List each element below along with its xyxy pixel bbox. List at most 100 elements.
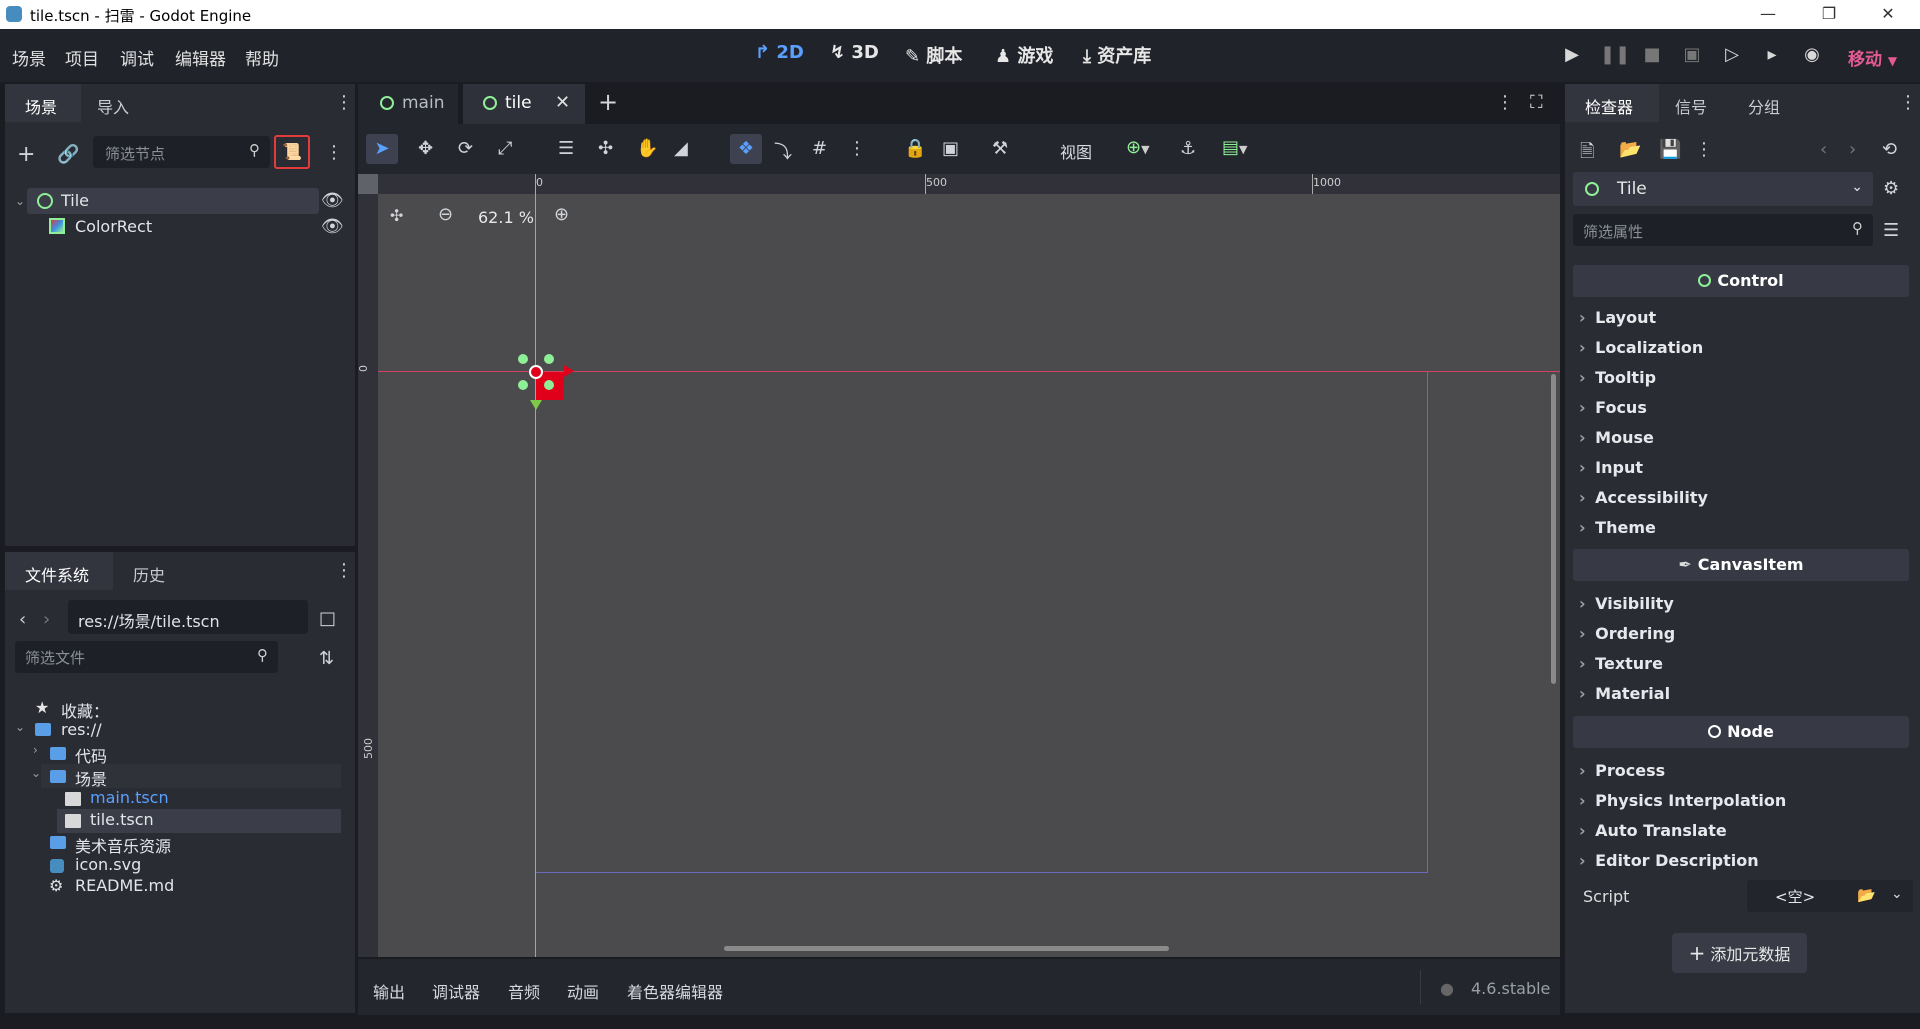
close-window-button[interactable]: ✕ [1865,2,1911,28]
chevron-right-icon[interactable]: › [33,743,38,757]
res-folder[interactable]: res:// [61,720,102,739]
prop-layout[interactable]: › Layout [1579,308,1656,327]
lock-icon[interactable]: 🔒 [904,138,926,159]
play-custom-icon[interactable]: ▸ [1760,44,1784,65]
prop-theme[interactable]: › Theme [1579,518,1656,537]
prop-focus[interactable]: › Focus [1579,398,1647,417]
file-filter-input[interactable]: 筛选文件 ⚲ [15,641,278,673]
tab-shader-editor[interactable]: 着色器编辑器 [627,979,723,1003]
back-icon[interactable]: ‹ [19,609,26,630]
node-tile-label[interactable]: Tile [61,191,89,210]
grid-snap-icon[interactable]: # [812,138,827,159]
prop-tooltip[interactable]: › Tooltip [1579,368,1656,387]
more-options-icon[interactable]: ⋮ [325,142,343,163]
prop-texture[interactable]: › Texture [1579,654,1663,673]
rotate-tool-icon[interactable]: ⟳ [458,138,473,159]
visibility-eye-icon[interactable]: 👁 [321,190,344,211]
history-back-icon[interactable]: ‹ [1820,139,1827,160]
add-node-green-icon[interactable]: ⊕▼ [1126,137,1150,158]
readme-file[interactable]: README.md [75,876,174,895]
tab-signals[interactable]: 信号 [1675,94,1707,118]
prop-mouse[interactable]: › Mouse [1579,428,1654,447]
icon-svg-file[interactable]: icon.svg [75,855,141,874]
skeleton-icon[interactable]: ⚒ [992,138,1008,159]
split-view-icon[interactable]: □ [319,608,336,629]
add-node-icon[interactable]: + [17,142,35,167]
chevron-down-icon[interactable]: ⌄ [31,766,41,780]
move-tool-icon[interactable]: ✥ [418,138,433,159]
open-resource-icon[interactable]: 📂 [1619,139,1641,160]
ruler-horizontal[interactable] [378,174,1560,194]
attach-script-button[interactable]: 📜 [274,135,310,169]
workspace-3d[interactable]: ↯ 3D [830,42,879,63]
canvas-viewport[interactable]: 0 500 1000 0 500 ✣ ⊖ 62.1 % ⊕ [358,174,1560,957]
script-field[interactable]: <空> 📂 ⌄ [1747,880,1913,912]
section-canvasitem[interactable]: ✒ CanvasItem [1573,549,1909,581]
tab-main[interactable]: main [358,84,458,124]
menu-scene[interactable]: 场景 [12,45,46,70]
forward-icon[interactable]: › [43,609,50,630]
renderer-select[interactable]: 移动 ▼ [1848,45,1897,70]
history-icon[interactable]: ⟲ [1882,139,1897,160]
prop-material[interactable]: › Material [1579,684,1670,703]
tab-filesystem[interactable]: 文件系统 [5,552,113,590]
node-colorrect-label[interactable]: ColorRect [75,217,152,236]
prop-localization[interactable]: › Localization [1579,338,1703,357]
tab-history[interactable]: 历史 [133,562,165,586]
workspace-assetlib[interactable]: ⤓ 资产库 [1083,42,1151,68]
property-filter-input[interactable]: 筛选属性 ⚲ [1573,214,1873,246]
stop-icon[interactable]: ■ [1640,44,1664,65]
tab-inspector[interactable]: 检查器 [1565,84,1659,122]
history-forward-icon[interactable]: › [1849,139,1856,160]
chevron-down-icon[interactable]: ⌄ [15,720,25,734]
workspace-game[interactable]: ♟ 游戏 [995,42,1053,68]
menu-help[interactable]: 帮助 [245,45,279,70]
snap-icon[interactable]: ⤵ [774,138,792,164]
filter-options-icon[interactable]: ☰ [1883,220,1899,241]
scale-tool-icon[interactable]: ⤢ [498,138,512,159]
prop-accessibility[interactable]: › Accessibility [1579,488,1708,507]
center-view-icon[interactable]: ✣ [390,206,403,225]
tab-scene[interactable]: 场景 [5,84,81,122]
anchor-preset-icon[interactable]: ▤▼ [1222,137,1247,158]
workspace-2d[interactable]: ↱ 2D [755,42,804,63]
sort-icon[interactable]: ⇅ [319,648,334,669]
play-current-icon[interactable]: ▷ [1720,44,1744,65]
resource-menu-icon[interactable]: ⋮ [1695,139,1713,160]
view-menu[interactable]: 视图 [1060,139,1092,163]
add-metadata-button[interactable]: + 添加元数据 [1672,933,1807,973]
tab-audio[interactable]: 音频 [508,979,540,1003]
menu-debug[interactable]: 调试 [120,45,154,70]
node-filter-input[interactable]: 筛选节点 ⚲ [93,136,270,168]
list-select-icon[interactable]: ☰ [558,138,574,159]
add-tab-icon[interactable]: + [598,88,618,116]
link-icon[interactable]: 🔗 [57,144,79,165]
chevron-down-icon[interactable]: ⌄ [15,194,25,208]
tile-tscn-file[interactable]: tile.tscn [90,810,154,829]
movie-maker-icon[interactable]: ◉ [1800,44,1824,65]
anchor-icon[interactable]: ⚓ [1180,138,1196,159]
zoom-in-icon[interactable]: ⊕ [554,204,569,225]
prop-auto-translate[interactable]: › Auto Translate [1579,821,1727,840]
zoom-out-icon[interactable]: ⊖ [438,204,453,225]
tab-groups[interactable]: 分组 [1748,94,1780,118]
remote-debug-icon[interactable]: ▣ [1680,44,1704,65]
pause-icon[interactable]: ❚❚ [1600,44,1630,65]
node-selector[interactable]: Tile ⌄ [1573,172,1873,206]
snap-options-icon[interactable]: ⋮ [848,138,866,159]
select-tool-icon[interactable]: ➤ [366,134,398,164]
horizontal-scrollbar[interactable] [724,946,1169,951]
new-resource-icon[interactable]: 🗎 [1580,139,1594,169]
prop-process[interactable]: › Process [1579,761,1665,780]
art-music-folder[interactable]: 美术音乐资源 [75,833,171,857]
tab-tile[interactable]: tile ✕ [463,84,585,124]
prop-visibility[interactable]: › Visibility [1579,594,1674,613]
prop-physics-interpolation[interactable]: › Physics Interpolation [1579,791,1786,810]
tab-animation[interactable]: 动画 [567,979,599,1003]
pan-tool-icon[interactable]: ✋ [636,138,658,159]
object-properties-icon[interactable]: ⚙ [1883,178,1899,199]
section-control[interactable]: Control [1573,265,1909,297]
prop-input[interactable]: › Input [1579,458,1643,477]
ruler-tool-icon[interactable]: ◢ [674,138,688,159]
bell-icon[interactable]: ● [1440,979,1454,998]
